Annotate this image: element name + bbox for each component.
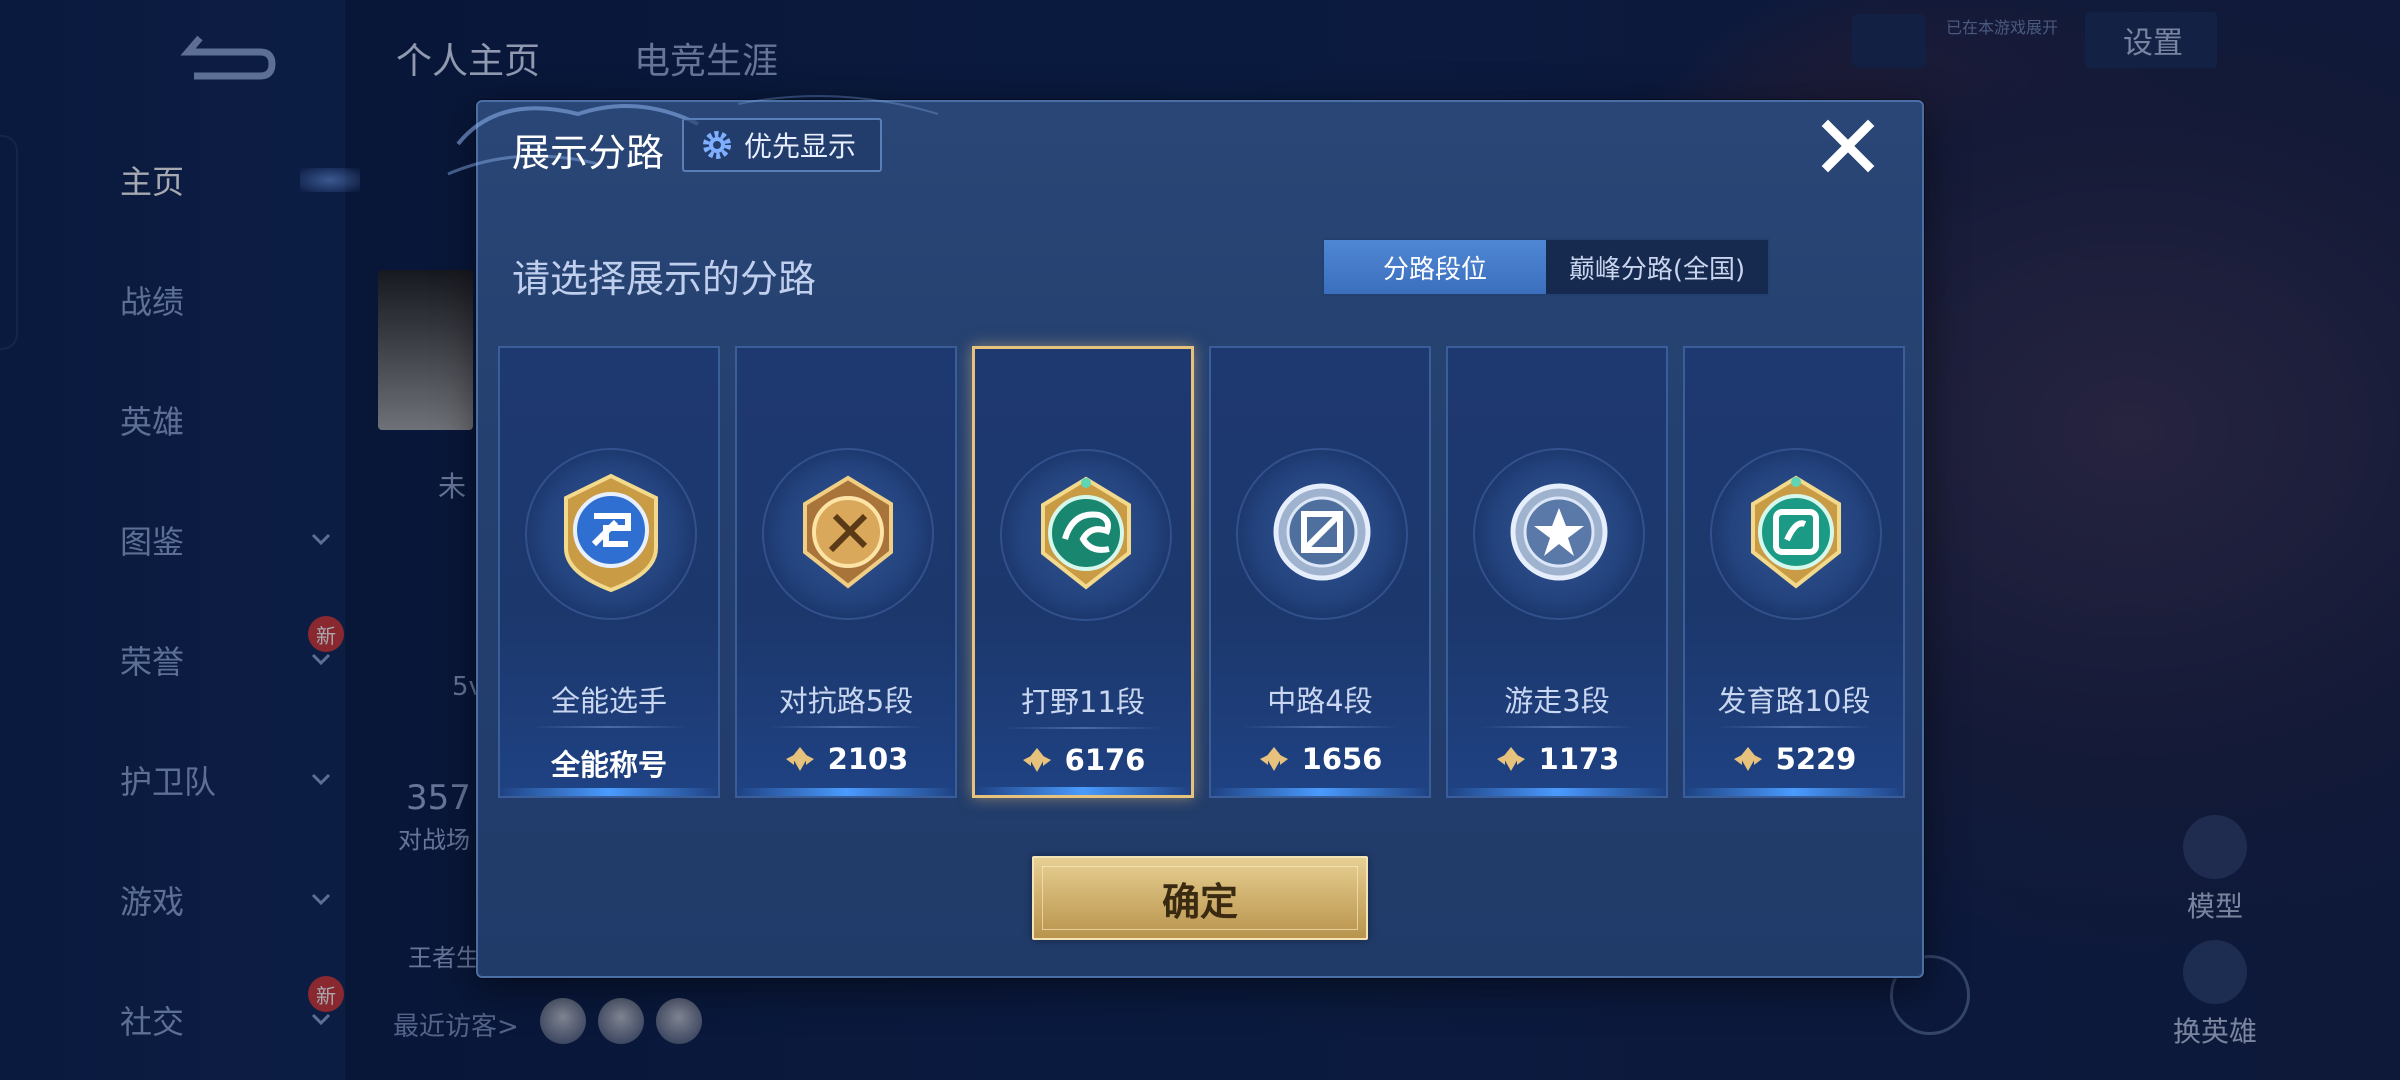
rank-points-icon <box>785 747 814 771</box>
roam-badge-icon <box>1510 483 1608 581</box>
card-score: 1656 <box>1211 742 1429 776</box>
card-divider <box>1005 727 1161 729</box>
card-lane-name: 中路4段 <box>1267 684 1373 718</box>
card-score-text: 1656 <box>1301 742 1383 776</box>
card-score-text: 全能称号 <box>550 748 667 782</box>
lane-card-allround[interactable]: 全能选手 全能称号 <box>498 346 720 798</box>
card-score: 2103 <box>737 742 955 776</box>
card-score: 5229 <box>1685 742 1903 776</box>
segment-lane-rank[interactable]: 分路段位 <box>1324 240 1546 294</box>
card-lane-name: 打野11段 <box>1021 685 1145 719</box>
card-score-text: 5229 <box>1775 742 1857 776</box>
card-lane-name: 发育路10段 <box>1717 684 1871 718</box>
card-lane-name: 对抗路5段 <box>778 684 914 718</box>
lane-card-clash[interactable]: 对抗路5段 2103 <box>735 346 957 798</box>
rank-points-icon <box>1022 748 1051 772</box>
confirm-button[interactable]: 确定 <box>1032 856 1368 940</box>
card-score-text: 2103 <box>827 742 909 776</box>
card-score-text: 1173 <box>1538 742 1620 776</box>
lane-card-mid[interactable]: 中路4段 1656 <box>1209 346 1431 798</box>
lane-card-farm[interactable]: 发育路10段 5229 <box>1683 346 1905 798</box>
lane-segmented-control: 分路段位 巅峰分路(全国) <box>1322 238 1770 296</box>
card-divider <box>1241 726 1399 728</box>
close-icon[interactable] <box>1818 116 1878 176</box>
jungle-badge-icon <box>1041 476 1131 590</box>
card-divider <box>530 726 688 728</box>
gear-icon <box>703 131 731 159</box>
dialog-title: 展示分路 <box>512 131 665 175</box>
card-divider <box>1715 726 1873 728</box>
lane-card-roam[interactable]: 游走3段 1173 <box>1446 346 1668 798</box>
lane-display-dialog: 展示分路 优先显示 请选择展示的分路 分路段位 巅峰分路(全国) 全能选手 全能… <box>447 95 1924 978</box>
farm-lane-badge-icon <box>1751 475 1841 589</box>
rank-points-icon <box>1259 747 1288 771</box>
card-score: 全能称号 <box>500 742 718 784</box>
rank-points-icon <box>1496 747 1525 771</box>
priority-display-label: 优先显示 <box>744 130 857 163</box>
allround-badge-icon <box>564 473 658 593</box>
clash-lane-badge-icon <box>803 475 893 589</box>
priority-display-button[interactable]: 优先显示 <box>682 118 882 172</box>
card-lane-name: 全能选手 <box>550 684 667 718</box>
lane-card-jungle[interactable]: 打野11段 6176 <box>972 346 1194 798</box>
segment-peak-lane[interactable]: 巅峰分路(全国) <box>1546 240 1768 294</box>
card-divider <box>1478 726 1636 728</box>
card-lane-name: 游走3段 <box>1504 684 1610 718</box>
dialog-subtitle: 请选择展示的分路 <box>512 257 817 301</box>
card-score-text: 6176 <box>1064 743 1146 777</box>
card-score: 1173 <box>1448 742 1666 776</box>
card-score: 6176 <box>975 743 1191 777</box>
confirm-label: 确定 <box>1161 879 1238 924</box>
mid-lane-badge-icon <box>1273 483 1371 581</box>
rank-points-icon <box>1733 747 1762 771</box>
card-divider <box>767 726 925 728</box>
